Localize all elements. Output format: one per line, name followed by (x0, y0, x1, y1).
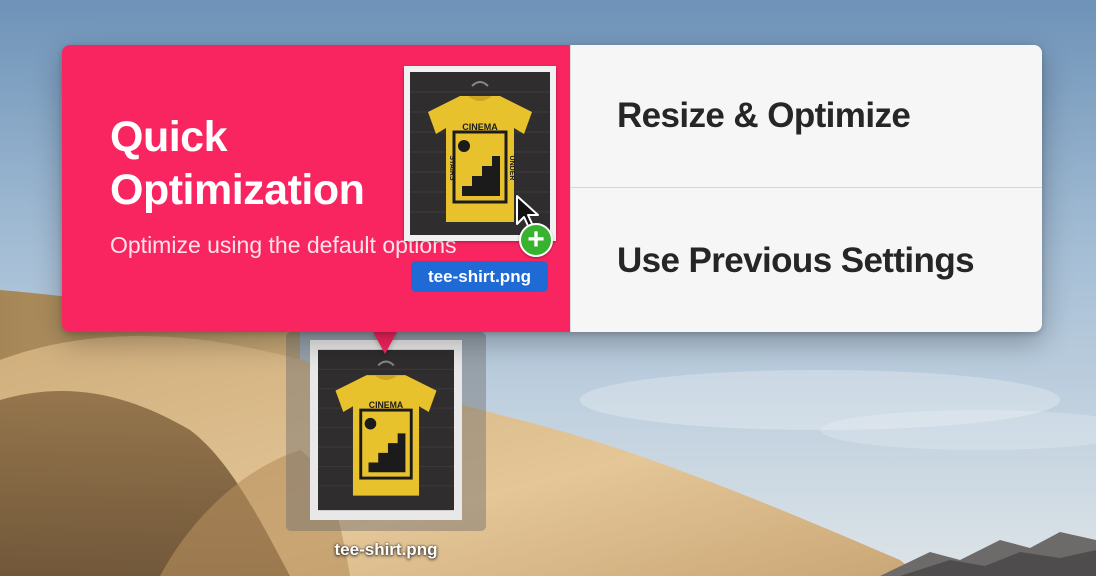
resize-optimize-label: Resize & Optimize (617, 96, 911, 135)
shirt-print-top-text: CINEMA (369, 400, 404, 410)
resize-optimize-option[interactable]: Resize & Optimize (571, 45, 1042, 188)
popover-arrow (372, 330, 398, 354)
file-thumbnail: CINEMA (310, 340, 462, 520)
use-previous-settings-option[interactable]: Use Previous Settings (571, 189, 1042, 332)
plus-circle-icon: + (519, 223, 553, 257)
options-panel: Resize & Optimize Use Previous Settings (570, 45, 1042, 332)
desktop-file-label: tee-shirt.png (334, 540, 438, 559)
tee-shirt-image: CINEMA (318, 349, 454, 511)
use-previous-settings-label: Use Previous Settings (617, 240, 975, 280)
shirt-print-left-text: STAIRS (448, 155, 455, 180)
desktop-file-tee-shirt[interactable]: CINEMA (286, 332, 486, 531)
dragged-file-label: tee-shirt.png (411, 261, 548, 292)
shirt-print-top-text: CINEMA (462, 122, 498, 132)
shirt-print-right-text: UNDER (508, 156, 515, 181)
quick-optimization-title: Quick Optimization (110, 113, 365, 214)
